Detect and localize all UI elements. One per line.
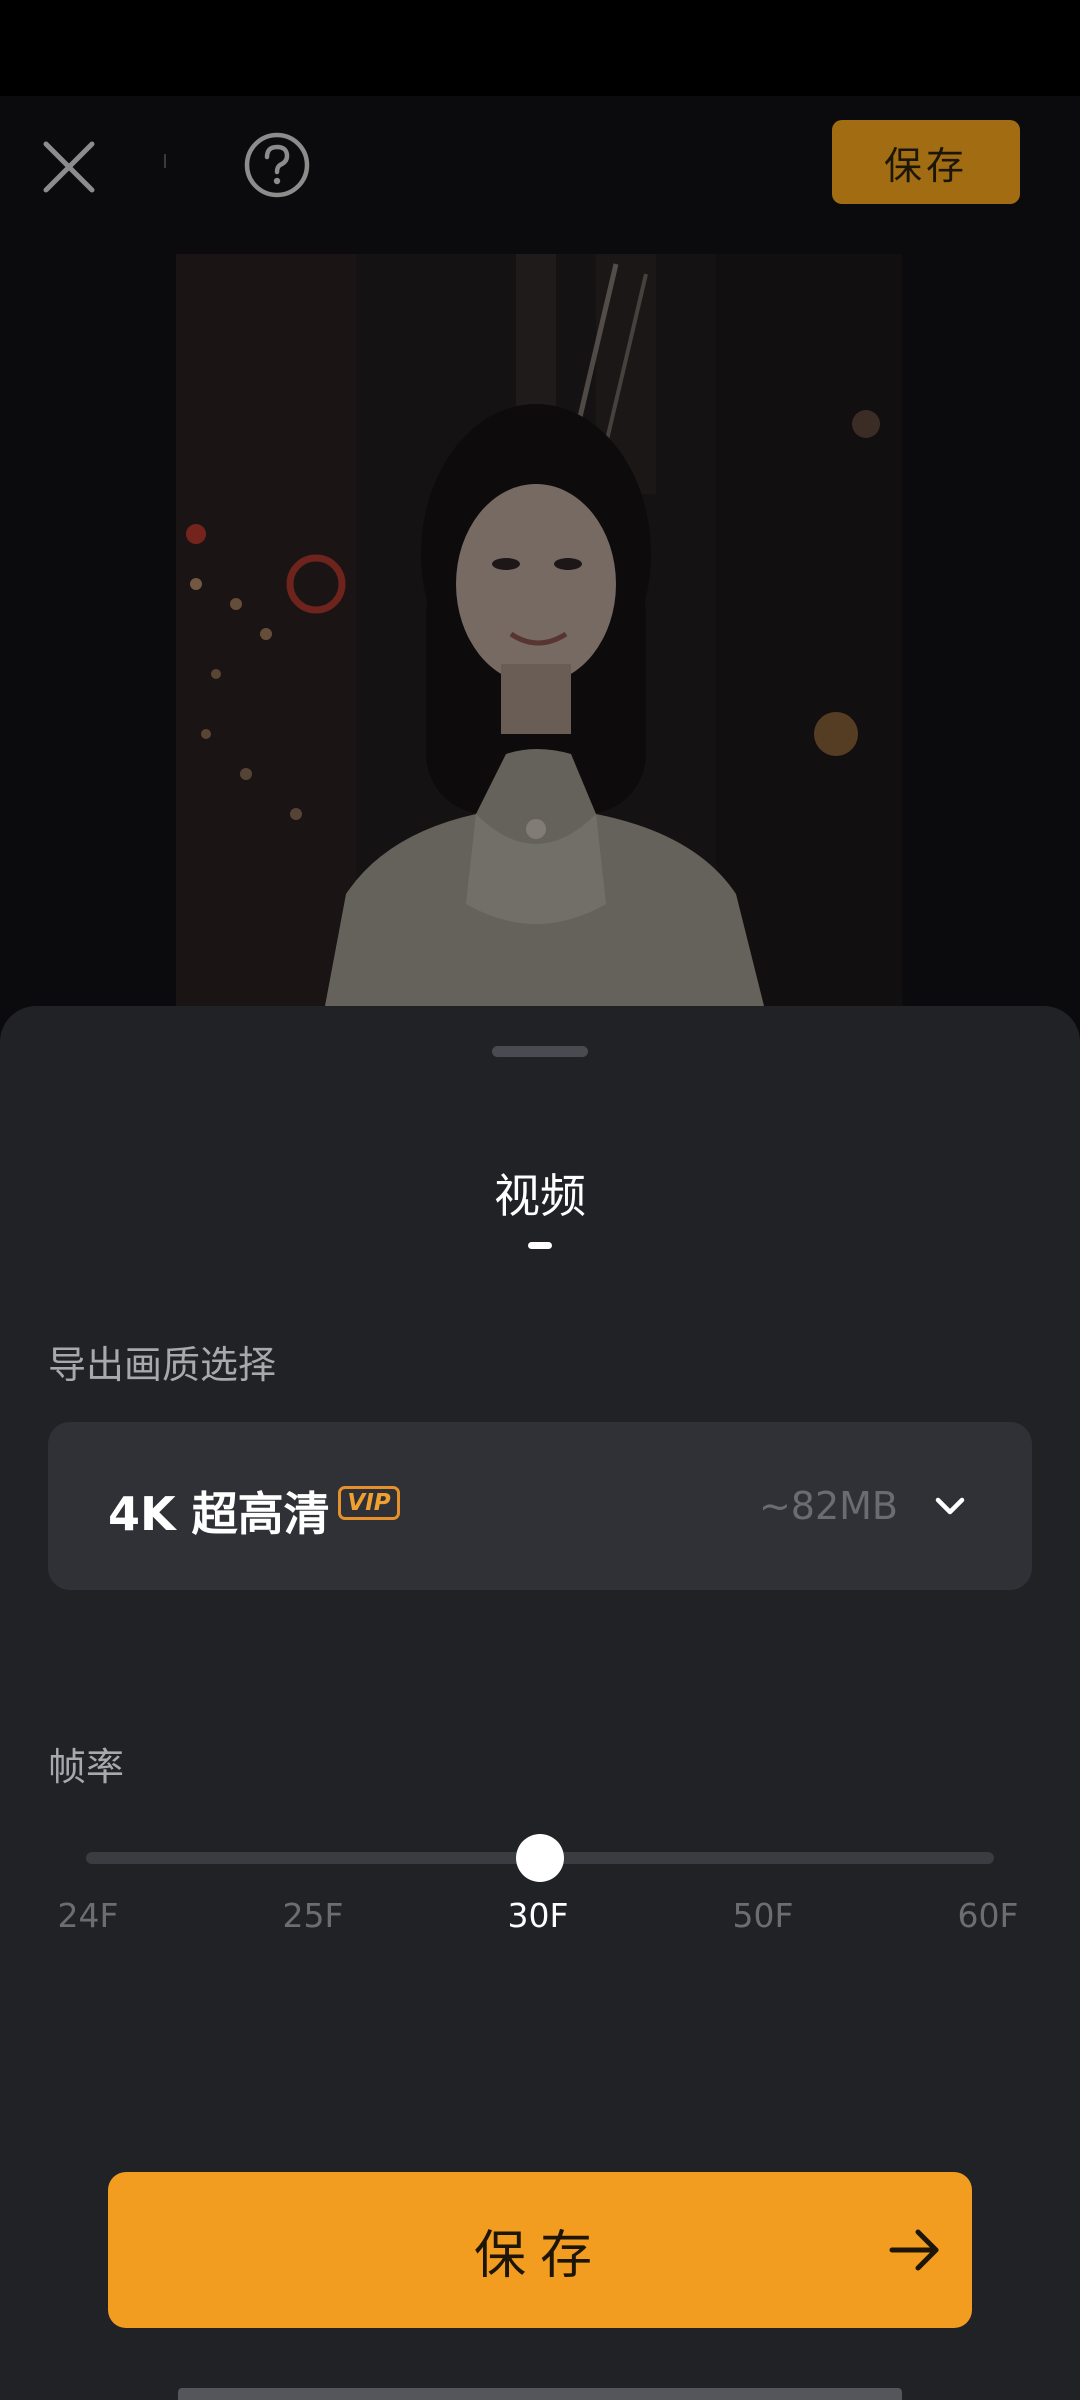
close-icon[interactable] (28, 126, 110, 208)
preview-area (0, 226, 1080, 1056)
vip-badge: VIP (338, 1486, 400, 1520)
frame-rate-option-30f[interactable]: 30F (478, 1896, 598, 1935)
save-button-label: 保存 (473, 2225, 606, 2286)
gesture-nav-bar (178, 2388, 902, 2400)
tab-video[interactable]: 视频 (0, 1160, 1080, 1226)
arrow-right-icon (889, 2229, 939, 2271)
chevron-down-icon (935, 1497, 965, 1515)
sheet-drag-handle[interactable] (492, 1046, 588, 1057)
frame-rate-option-25f[interactable]: 25F (253, 1896, 373, 1935)
quality-selected-value: 4K 超高清 (108, 1487, 330, 1541)
slider-thumb[interactable] (516, 1834, 564, 1882)
save-button[interactable]: 保存 (108, 2172, 972, 2328)
frame-rate-slider[interactable] (86, 1828, 994, 1888)
quality-file-size: ~82MB (758, 1484, 898, 1528)
frame-rate-option-24f[interactable]: 24F (28, 1896, 148, 1935)
tab-indicator (528, 1242, 552, 1249)
video-preview (176, 254, 902, 1054)
top-toolbar: 保存 (0, 96, 1080, 226)
help-icon[interactable] (236, 124, 318, 206)
status-bar (0, 0, 1080, 96)
export-settings-sheet: 视频 导出画质选择 4K 超高清 VIP ~82MB 帧率 24F 25F 30F 5… (0, 1006, 1080, 2400)
toolbar-divider (164, 154, 166, 168)
quality-dropdown[interactable]: 4K 超高清 VIP ~82MB (48, 1422, 1032, 1590)
frame-rate-section-label: 帧率 (48, 1745, 125, 1789)
frame-rate-option-60f[interactable]: 60F (928, 1896, 1048, 1935)
quality-section-label: 导出画质选择 (48, 1343, 277, 1387)
top-save-button[interactable]: 保存 (832, 120, 1020, 204)
preview-dim-overlay (176, 254, 902, 1054)
frame-rate-option-50f[interactable]: 50F (703, 1896, 823, 1935)
